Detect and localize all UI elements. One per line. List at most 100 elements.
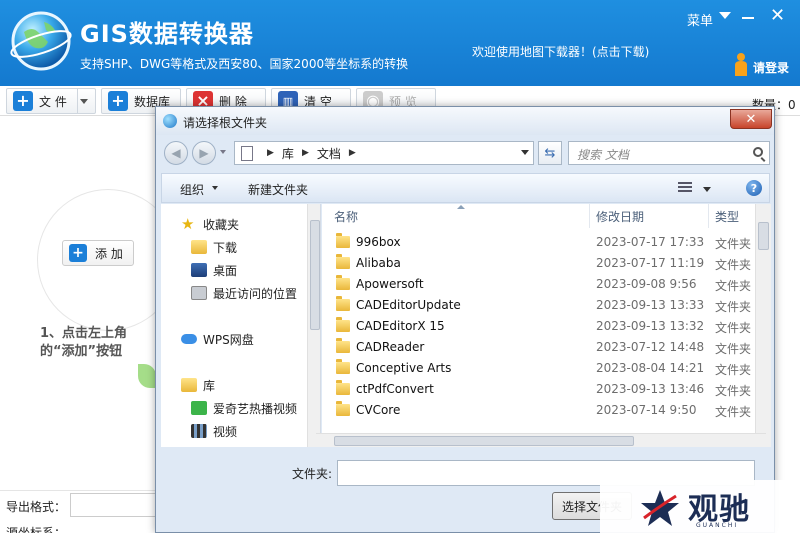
library-icon <box>181 378 197 392</box>
nav-item-label: 视频 <box>213 424 238 439</box>
view-dropdown-icon[interactable] <box>703 187 711 192</box>
file-type: 文件夹 <box>715 384 752 398</box>
breadcrumb-documents[interactable]: 文档 <box>317 145 341 162</box>
nav-item-label: 下载 <box>213 240 238 255</box>
nav-scrollbar[interactable] <box>307 204 320 447</box>
table-row[interactable]: CADEditorUpdate 2023-09-13 13:33 文件夹 <box>322 295 755 316</box>
menu-dropdown-icon[interactable] <box>719 12 731 19</box>
organize-button[interactable]: 组织 <box>180 181 204 198</box>
file-list-scrollbar-thumb[interactable] <box>758 222 769 250</box>
search-icon[interactable] <box>753 147 763 157</box>
column-header-date[interactable]: 修改日期 <box>590 204 709 228</box>
file-list: 名称 修改日期 类型 996box 2023-07-17 17:33 文件夹 Alib… <box>322 204 771 447</box>
sort-arrow-icon <box>457 205 465 209</box>
close-icon[interactable]: ✕ <box>770 6 785 26</box>
recent-places-icon <box>191 286 207 300</box>
file-button[interactable]: + 文 件 <box>6 88 96 114</box>
export-format-label: 导出格式： <box>6 500 67 514</box>
nav-item-label: 桌面 <box>213 263 238 278</box>
table-row[interactable]: Conceptive Arts 2023-08-04 14:21 文件夹 <box>322 358 755 379</box>
table-row[interactable]: CADEditorX 15 2023-09-13 13:32 文件夹 <box>322 316 755 337</box>
table-row[interactable]: Alibaba 2023-07-17 11:19 文件夹 <box>322 253 755 274</box>
folder-icon <box>336 380 350 395</box>
file-name: ctPdfConvert <box>356 382 434 396</box>
nav-scrollbar-thumb[interactable] <box>310 220 320 330</box>
table-row[interactable]: Apowersoft 2023-09-08 9:56 文件夹 <box>322 274 755 295</box>
recent-locations-dropdown-icon[interactable] <box>220 150 226 154</box>
horizontal-scrollbar[interactable] <box>316 433 766 447</box>
column-header-label: 名称 <box>334 209 359 224</box>
nav-item-video[interactable]: 视频 <box>191 421 237 441</box>
add-button[interactable]: + 添 加 <box>62 240 134 266</box>
command-bar: 组织 新建文件夹 ? <box>161 173 770 203</box>
nav-item-recent[interactable]: 最近访问的位置 <box>191 283 297 303</box>
nav-item-iqiyi[interactable]: 爱奇艺热播视频 <box>191 398 297 418</box>
download-link[interactable]: 欢迎使用地图下载器！(点击下载) <box>472 43 649 60</box>
view-options-icon[interactable] <box>678 182 692 194</box>
file-dropdown-icon[interactable] <box>76 89 91 113</box>
nav-item-favorites[interactable]: ★ 收藏夹 <box>181 214 239 234</box>
export-format-select[interactable] <box>70 493 160 517</box>
file-date: 2023-07-12 14:48 <box>596 340 705 354</box>
nav-item-library[interactable]: 库 <box>181 375 215 395</box>
folder-icon <box>336 401 350 416</box>
menu-button[interactable]: 菜单 <box>687 10 713 29</box>
file-list-scrollbar[interactable] <box>755 204 771 447</box>
help-icon[interactable]: ? <box>746 180 762 196</box>
organize-dropdown-icon[interactable] <box>212 186 218 190</box>
table-row[interactable]: CVCore 2023-07-14 9:50 文件夹 <box>322 400 755 421</box>
refresh-icon[interactable]: ⇆ <box>538 141 562 165</box>
breadcrumb-separator-icon[interactable]: ▶ <box>349 148 356 158</box>
source-crs-label: 源坐标系： <box>6 526 67 533</box>
navigation-row: ◀ ▶ ▶ 库 ▶ 文档 ▶ ⇆ 搜索 文档 <box>156 135 774 171</box>
plus-icon: + <box>69 244 87 262</box>
nav-item-label: 库 <box>203 378 216 393</box>
folder-icon <box>336 296 350 311</box>
column-header-label: 修改日期 <box>596 209 645 224</box>
dialog-close-button[interactable]: ✕ <box>730 109 772 129</box>
horizontal-scrollbar-thumb[interactable] <box>334 436 634 446</box>
dialog-title: 请选择根文件夹 <box>183 116 268 130</box>
file-name: Conceptive Arts <box>356 361 452 375</box>
file-date: 2023-07-17 17:33 <box>596 235 705 249</box>
file-type: 文件夹 <box>715 300 752 314</box>
column-header-name[interactable]: 名称 <box>322 204 590 228</box>
forward-arrow-icon[interactable]: ▶ <box>192 141 216 165</box>
desktop-icon <box>191 263 207 277</box>
file-date: 2023-09-13 13:32 <box>596 319 705 333</box>
user-icon[interactable] <box>734 52 748 76</box>
address-dropdown-icon[interactable] <box>521 150 529 155</box>
login-link[interactable]: 请登录 <box>753 59 789 76</box>
plus-icon: + <box>13 91 33 111</box>
file-name: Apowersoft <box>356 277 424 291</box>
table-row[interactable]: 996box 2023-07-17 17:33 文件夹 <box>322 232 755 253</box>
folder-icon <box>336 359 350 374</box>
file-date: 2023-08-04 14:21 <box>596 361 705 375</box>
table-row[interactable]: ctPdfConvert 2023-09-13 13:46 文件夹 <box>322 379 755 400</box>
video-icon <box>191 424 207 438</box>
column-header-type[interactable]: 类型 <box>709 204 759 228</box>
nav-item-label: 爱奇艺热播视频 <box>213 401 298 416</box>
address-bar[interactable]: ▶ 库 ▶ 文档 ▶ <box>234 141 534 165</box>
nav-item-desktop[interactable]: 桌面 <box>191 260 237 280</box>
file-name: CVCore <box>356 403 401 417</box>
file-type: 文件夹 <box>715 321 752 335</box>
breadcrumb-library[interactable]: 库 <box>282 145 294 162</box>
folder-picker-dialog: 请选择根文件夹 ✕ ◀ ▶ ▶ 库 ▶ 文档 ▶ ⇆ 搜索 文档 组织 新建文件… <box>155 106 775 533</box>
new-folder-button[interactable]: 新建文件夹 <box>248 181 308 198</box>
file-name: CADEditorX 15 <box>356 319 445 333</box>
back-arrow-icon[interactable]: ◀ <box>164 141 188 165</box>
nav-item-downloads[interactable]: 下载 <box>191 237 237 257</box>
minimize-icon[interactable] <box>742 17 754 19</box>
cloud-icon <box>181 334 197 344</box>
breadcrumb-separator-icon[interactable]: ▶ <box>302 148 309 158</box>
table-row[interactable]: CADReader 2023-07-12 14:48 文件夹 <box>322 337 755 358</box>
search-input[interactable]: 搜索 文档 <box>568 141 770 165</box>
dialog-titlebar[interactable]: 请选择根文件夹 ✕ <box>156 107 774 135</box>
breadcrumb-separator-icon[interactable]: ▶ <box>267 148 274 158</box>
file-date: 2023-07-14 9:50 <box>596 403 697 417</box>
leaf-decoration-icon <box>138 364 156 388</box>
app-subtitle: 支持SHP、DWG等格式及西安80、国家2000等坐标系的转换 <box>80 57 409 71</box>
file-date: 2023-09-13 13:46 <box>596 382 705 396</box>
nav-item-wps-cloud[interactable]: WPS网盘 <box>181 329 254 349</box>
